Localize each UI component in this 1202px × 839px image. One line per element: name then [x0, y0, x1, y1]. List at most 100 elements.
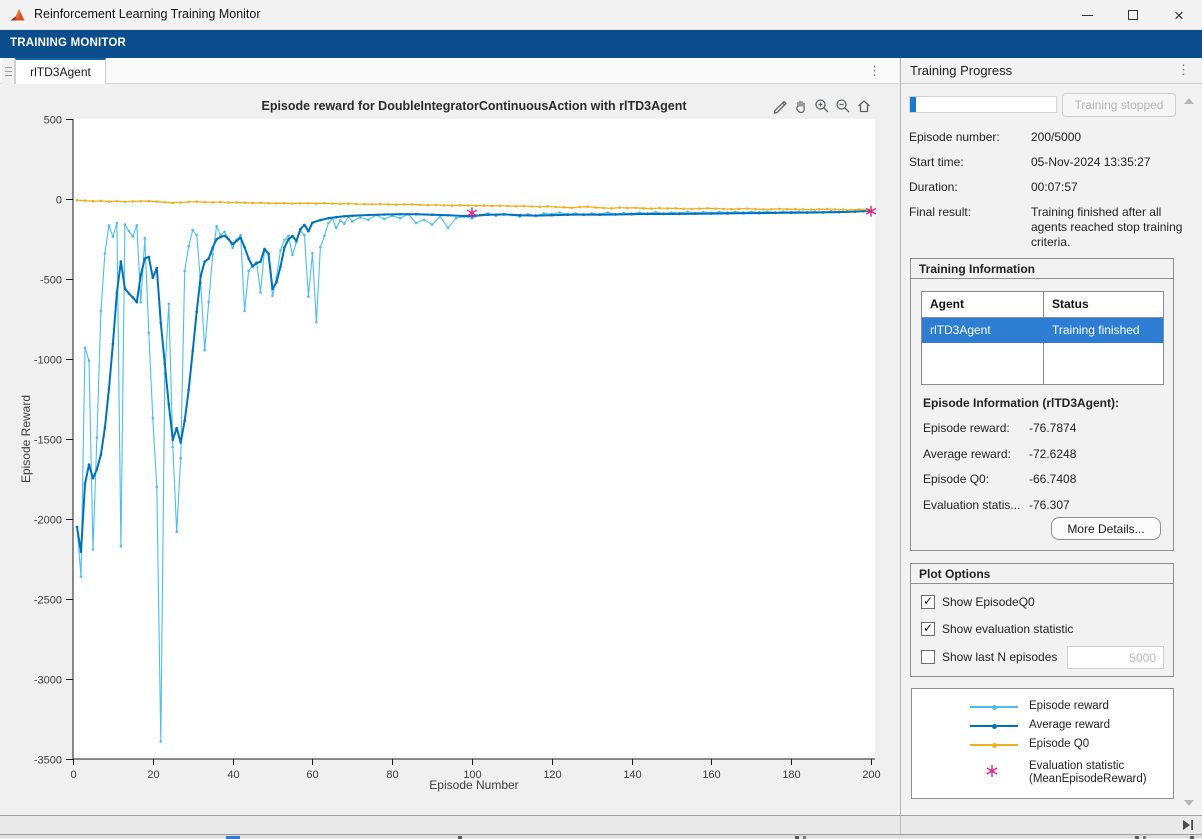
marker-dot: [148, 331, 151, 334]
marker-dot: [419, 204, 422, 207]
marker-dot: [207, 257, 210, 260]
marker-dot: [395, 203, 398, 206]
marker-dot: [96, 468, 99, 471]
marker-dot: [626, 207, 629, 210]
cell-agent: rlTD3Agent: [930, 323, 991, 337]
marker-dot: [100, 200, 103, 203]
marker-dot: [92, 200, 95, 203]
field-value: -76.307: [1029, 498, 1070, 512]
marker-dot: [323, 235, 326, 238]
window-titlebar[interactable]: Reinforcement Learning Training Monitor …: [0, 0, 1202, 30]
marker-dot: [215, 225, 218, 228]
marker-dot: [531, 205, 534, 208]
show-evaluation-statistic-option[interactable]: ✓ Show evaluation statistic: [921, 621, 1073, 637]
scroll-up-icon[interactable]: [1184, 98, 1194, 104]
marker-dot: [203, 201, 206, 204]
marker-dot: [271, 288, 274, 291]
y-tick-label: -1000: [34, 355, 62, 367]
marker-dot: [818, 208, 821, 211]
show-last-n-episodes-option[interactable]: ✓ Show last N episodes: [921, 649, 1057, 665]
marker-dot: [80, 551, 83, 554]
legend-entry-evaluation-statistic[interactable]: Evaluation statistic (MeanEpisodeReward): [912, 759, 1173, 789]
marker-dot: [535, 214, 538, 217]
marker-dot: [698, 207, 701, 210]
marker-dot: [543, 212, 546, 215]
marker-dot: [303, 234, 306, 237]
marker-dot: [175, 427, 178, 430]
marker-dot: [646, 213, 649, 216]
close-button[interactable]: ×: [1156, 0, 1202, 30]
marker-dot: [343, 215, 346, 218]
marker-dot: [263, 248, 266, 251]
marker-dot: [606, 211, 609, 214]
marker-dot: [267, 202, 270, 205]
tab-rltd3agent[interactable]: rlTD3Agent: [15, 58, 106, 84]
more-details-button[interactable]: More Details...: [1051, 517, 1161, 540]
legend-entry-average-reward[interactable]: Average reward: [912, 718, 1173, 734]
show-episodeq0-checkbox[interactable]: ✓: [921, 595, 935, 609]
show-evaluation-statistic-checkbox[interactable]: ✓: [921, 622, 935, 636]
legend-entry-episode-reward[interactable]: Episode reward: [912, 699, 1173, 715]
marker-dot: [255, 262, 258, 265]
horizontal-scrollbar-strip[interactable]: [0, 815, 1202, 834]
marker-dot: [191, 350, 194, 353]
marker-dot: [287, 238, 290, 241]
marker-dot: [172, 439, 175, 442]
y-tick-label: 0: [56, 195, 62, 207]
grip-icon: [5, 67, 12, 76]
marker-dot: [367, 214, 370, 217]
marker-dot: [678, 213, 681, 216]
marker-dot: [826, 208, 829, 211]
table-row[interactable]: rlTD3Agent Training finished: [922, 318, 1163, 343]
y-tick-label: -3500: [34, 755, 62, 767]
marker-dot: [778, 208, 781, 211]
toolstrip: TRAINING MONITOR: [0, 30, 1202, 58]
marker-dot: [602, 207, 605, 210]
chart-legend: Episode reward Average reward Episode Q0…: [911, 688, 1174, 799]
marker-dot: [523, 205, 526, 208]
legend-label: Episode reward: [1029, 700, 1109, 713]
marker-dot: [275, 202, 278, 205]
marker-dot: [614, 213, 617, 216]
marker-dot: [742, 212, 745, 215]
maximize-icon: [1128, 10, 1138, 20]
scroll-down-icon[interactable]: [1184, 800, 1194, 806]
show-last-n-episodes-checkbox[interactable]: ✓: [921, 650, 935, 664]
marker-dot: [559, 211, 562, 214]
minimize-button[interactable]: [1064, 0, 1110, 30]
marker-dot: [243, 201, 246, 204]
marker-dot: [259, 260, 262, 263]
marker-dot: [152, 276, 155, 279]
maximize-button[interactable]: [1110, 0, 1156, 30]
training-stopped-button[interactable]: Training stopped: [1062, 93, 1176, 117]
marker-dot: [128, 230, 131, 233]
marker-dot: [299, 228, 302, 231]
marker-dot: [160, 740, 163, 743]
marker-dot: [582, 213, 585, 216]
field-value: -66.7408: [1029, 472, 1076, 486]
field-label: Evaluation statis...: [923, 498, 1027, 512]
marker-dot: [207, 301, 210, 304]
marker-dot: [92, 477, 95, 480]
marker-dot: [144, 237, 147, 240]
marker-dot: [315, 321, 318, 324]
tab-grip-handle[interactable]: [2, 58, 15, 84]
last-n-episodes-input[interactable]: [1067, 646, 1164, 669]
legend-entry-episode-q0[interactable]: Episode Q0: [912, 737, 1173, 753]
chart-plot-area[interactable]: 0204060801001201401601802005000-500-1000…: [0, 84, 899, 815]
marker-dot: [431, 223, 434, 226]
marker-dot: [223, 231, 226, 234]
marker-dot: [187, 245, 190, 248]
marker-dot: [92, 548, 95, 551]
marker-dot: [487, 214, 490, 217]
marker-dot: [116, 291, 119, 294]
panel-menu-icon[interactable]: ⋮: [1177, 62, 1190, 78]
marker-dot: [351, 220, 354, 223]
marker-dot: [455, 217, 458, 220]
toolstrip-tab-training-monitor[interactable]: TRAINING MONITOR: [10, 37, 126, 49]
tab-overflow-menu-icon[interactable]: ⋮: [868, 63, 881, 79]
marker-dot: [259, 291, 262, 294]
skip-to-end-icon[interactable]: [1181, 819, 1195, 831]
show-episodeq0-option[interactable]: ✓ Show EpisodeQ0: [921, 594, 1035, 610]
marker-dot: [267, 252, 270, 255]
